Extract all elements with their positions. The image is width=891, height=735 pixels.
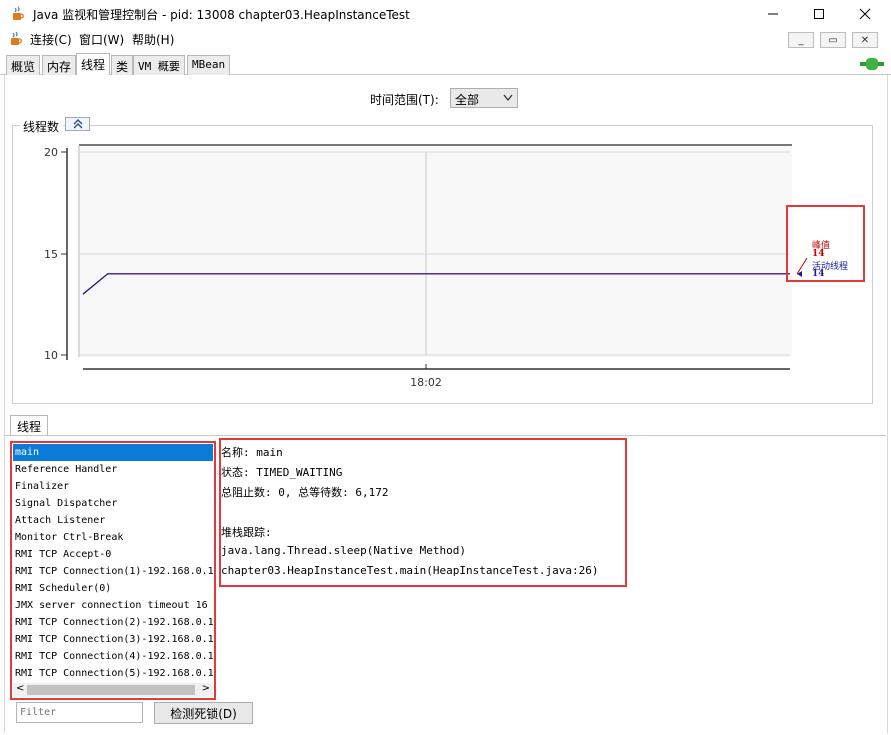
scrollbar-thumb[interactable] xyxy=(27,685,195,695)
thread-list-scrollbar[interactable]: < > xyxy=(13,683,213,697)
threads-subtab[interactable]: 线程 xyxy=(10,415,49,436)
y-tick-label-20: 20 xyxy=(44,146,58,159)
legend-peak-value: 14 xyxy=(812,249,825,259)
detail-state: 状态: TIMED_WAITING xyxy=(221,466,343,479)
thread-list-item[interactable]: Attach Listener xyxy=(13,512,213,529)
thread-list-item[interactable]: RMI TCP Connection(3)-192.168.0.1 xyxy=(13,631,213,648)
plot-area xyxy=(79,145,792,357)
thread-list-item[interactable]: RMI TCP Accept-0 xyxy=(13,546,213,563)
legend-live-value: 14 xyxy=(812,269,825,279)
thread-list-item[interactable]: JMX server connection timeout 16 xyxy=(13,597,213,614)
thread-list-item[interactable]: main xyxy=(13,444,213,461)
detail-stack-frame-1: java.lang.Thread.sleep(Native Method) xyxy=(221,544,467,557)
y-tick-label-10: 10 xyxy=(44,349,58,362)
thread-list-item[interactable]: RMI Scheduler(0) xyxy=(13,580,213,597)
detail-counts: 总阻止数: 0, 总等待数: 6,172 xyxy=(221,486,389,499)
filter-input[interactable] xyxy=(16,702,143,723)
detail-stack-frame-2: chapter03.HeapInstanceTest.main(HeapInst… xyxy=(221,564,599,577)
chevron-right-icon[interactable]: > xyxy=(202,683,210,694)
detect-deadlock-button[interactable]: 检测死锁(D) xyxy=(154,702,253,724)
thread-list-item[interactable]: RMI TCP Connection(2)-192.168.0.1 xyxy=(13,614,213,631)
chevron-left-icon[interactable]: < xyxy=(16,683,24,694)
subtab-divider xyxy=(4,435,886,436)
thread-list-item[interactable]: Signal Dispatcher xyxy=(13,495,213,512)
y-tick-label-15: 15 xyxy=(44,248,58,261)
thread-list-item[interactable]: RMI TCP Connection(1)-192.168.0.1 xyxy=(13,563,213,580)
detail-name: 名称: main xyxy=(221,446,283,459)
thread-count-chart: 20 15 10 18:02 xyxy=(44,144,808,389)
thread-list[interactable]: main Reference Handler Finalizer Signal Dis… xyxy=(13,444,213,681)
thread-list-item[interactable]: RMI TCP Connection(5)-192.168.0.1 xyxy=(13,665,213,681)
detail-stack-label: 堆栈跟踪: xyxy=(221,526,272,539)
thread-list-item[interactable]: Finalizer xyxy=(13,478,213,495)
thread-list-item[interactable]: RMI TCP Connection(4)-192.168.0.1 xyxy=(13,648,213,665)
thread-list-item[interactable]: Monitor Ctrl-Break xyxy=(13,529,213,546)
x-tick-label: 18:02 xyxy=(410,376,442,389)
thread-list-item[interactable]: Reference Handler xyxy=(13,461,213,478)
